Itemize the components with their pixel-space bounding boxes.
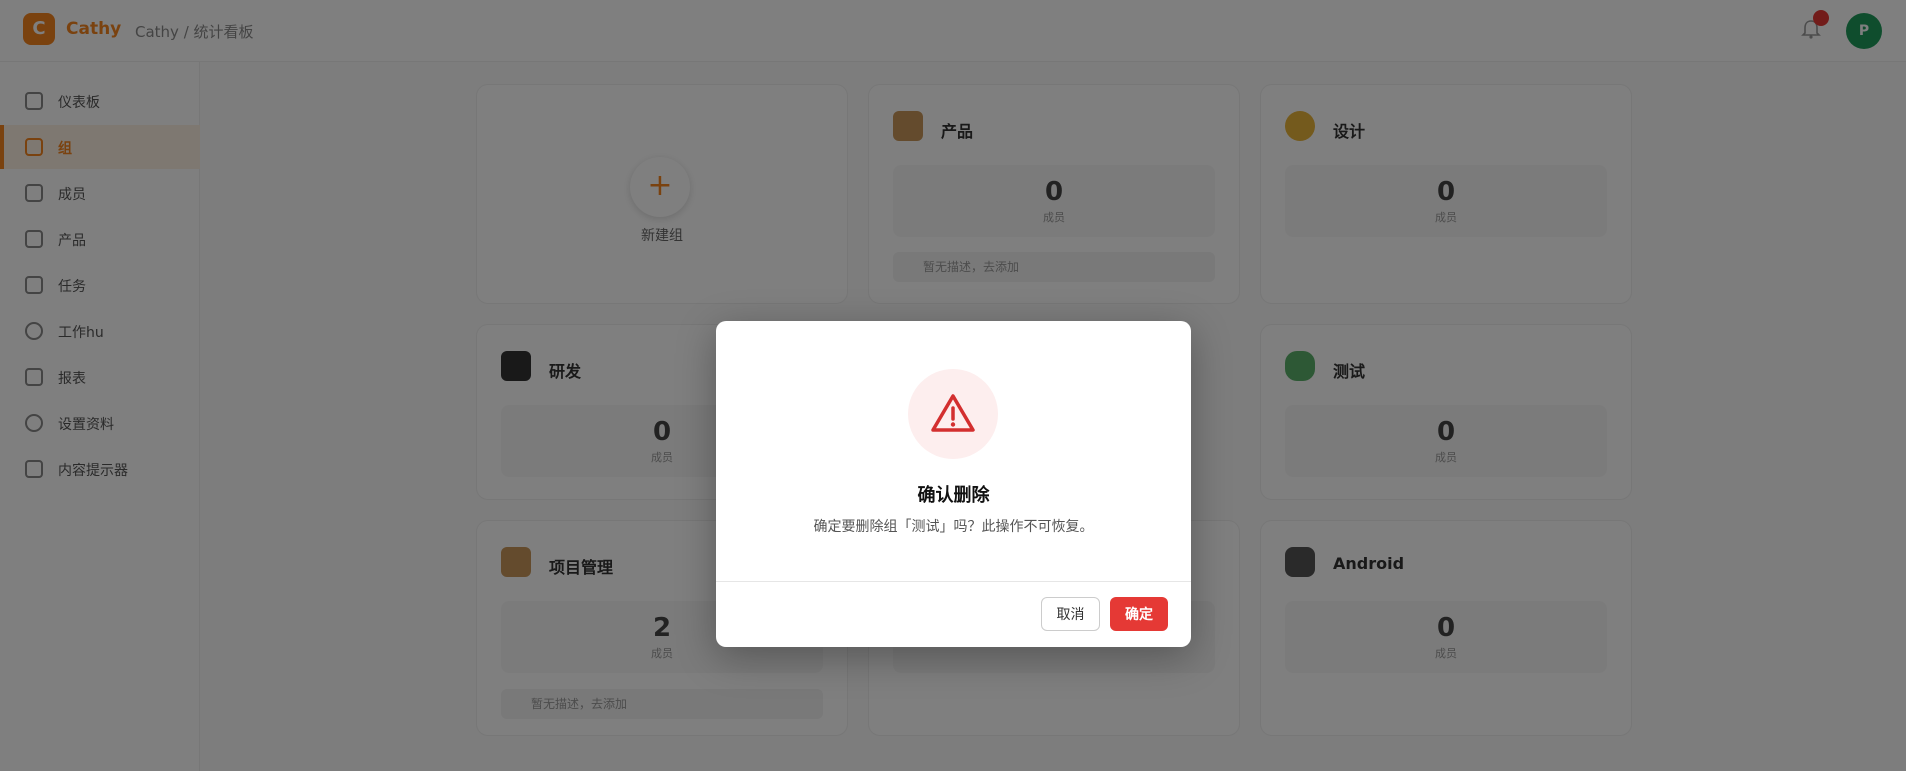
warning-icon-container — [908, 369, 998, 459]
divider — [716, 581, 1191, 582]
cancel-button[interactable]: 取消 — [1041, 597, 1100, 631]
warning-icon — [931, 394, 975, 432]
dialog-message: 确定要删除组「测试」吗？此操作不可恢复。 — [813, 519, 1094, 535]
dialog-title: 确认删除 — [917, 485, 990, 506]
confirm-delete-dialog: 确认删除 确定要删除组「测试」吗？此操作不可恢复。 取消 确定 — [716, 321, 1191, 647]
confirm-button[interactable]: 确定 — [1110, 597, 1168, 631]
